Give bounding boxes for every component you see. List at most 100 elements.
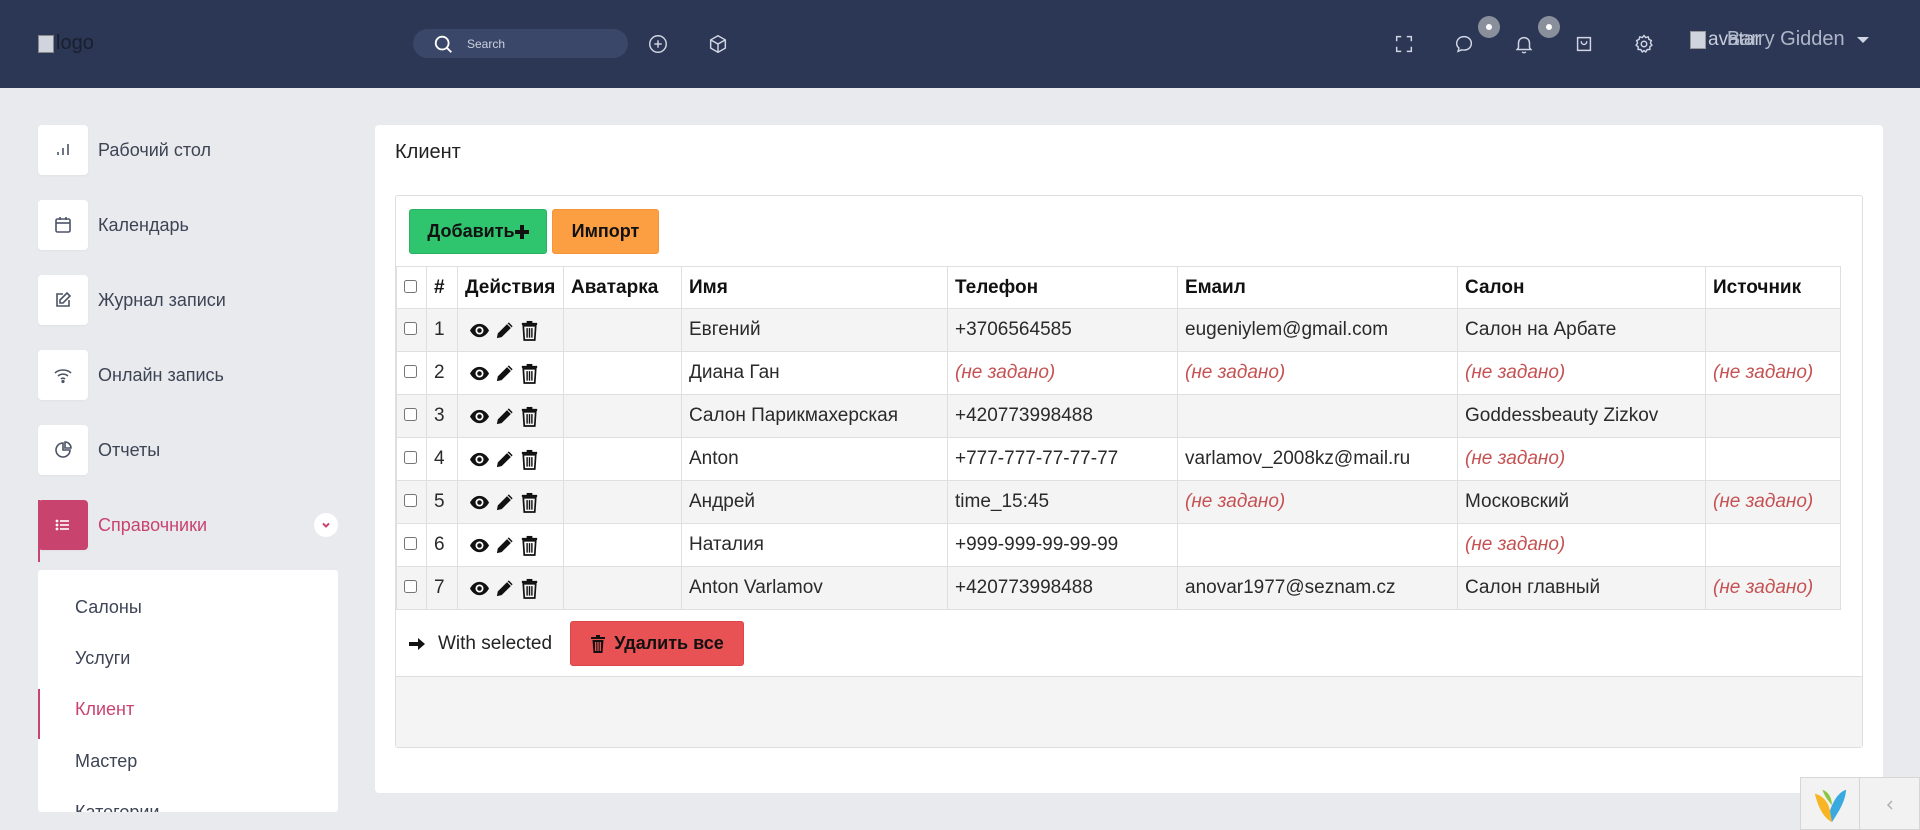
wifi-icon (38, 350, 88, 400)
yii-logo-icon (1814, 789, 1847, 822)
trash-icon (591, 634, 606, 653)
add-button[interactable]: Добавить (409, 209, 547, 254)
table-row[interactable]: 5 Андрей time_15:45 (не задано) Московский (н… (396, 480, 1841, 524)
trash-icon[interactable] (519, 492, 540, 513)
sidebar-item-reports[interactable]: Отчеты (38, 425, 338, 475)
submenu-item-masters[interactable]: Мастер (38, 741, 338, 781)
column-header-number[interactable]: # (426, 266, 458, 309)
column-header-phone[interactable]: Телефон (947, 266, 1178, 309)
row-source (1705, 523, 1841, 567)
row-email (1177, 394, 1458, 438)
cart-button[interactable] (1570, 30, 1598, 58)
eye-icon[interactable] (469, 535, 490, 556)
submenu-item-label: Салоны (75, 596, 142, 617)
add-circle-button[interactable] (644, 30, 672, 58)
row-email: anovar1977@seznam.cz (1177, 566, 1458, 610)
trash-icon[interactable] (519, 363, 540, 384)
select-all-checkbox[interactable] (404, 279, 417, 293)
row-checkbox[interactable] (404, 537, 417, 550)
fullscreen-icon (1395, 35, 1413, 53)
pencil-icon[interactable] (494, 535, 515, 556)
sidebar-item-online-booking[interactable]: Онлайн запись (38, 350, 338, 400)
row-checkbox[interactable] (404, 365, 417, 378)
trash-icon[interactable] (519, 535, 540, 556)
row-checkbox[interactable] (404, 580, 417, 593)
row-actions (457, 308, 564, 352)
debug-toolbar-collapse-button[interactable] (1860, 778, 1919, 830)
row-checkbox[interactable] (404, 322, 417, 335)
row-checkbox[interactable] (404, 451, 417, 464)
column-header-source[interactable]: Источник (1705, 266, 1841, 309)
column-header-salon[interactable]: Салон (1457, 266, 1706, 309)
search-input[interactable] (467, 36, 617, 51)
clients-card: Клиент Добавить Импорт # Действия Аватар… (375, 125, 1883, 793)
table-row[interactable]: 3 Салон Парикмахерская +420773998488 Goddes… (396, 394, 1841, 438)
row-avatar (563, 394, 682, 438)
column-header-avatar[interactable]: Аватарка (563, 266, 682, 309)
user-menu[interactable]: avatar Barry Gidden (1690, 28, 1869, 51)
pencil-icon[interactable] (494, 578, 515, 599)
eye-icon[interactable] (469, 320, 490, 341)
bell-icon (1515, 36, 1533, 54)
row-avatar (563, 437, 682, 481)
delete-all-button[interactable]: Удалить все (570, 621, 744, 666)
eye-icon[interactable] (469, 449, 490, 470)
notifications-button[interactable] (1510, 16, 1560, 58)
pencil-icon[interactable] (494, 363, 515, 384)
submenu-item-salons[interactable]: Салоны (38, 587, 338, 627)
row-source (1705, 394, 1841, 438)
caret-down-icon (1856, 36, 1869, 43)
with-selected-label: With selected (408, 633, 552, 655)
row-email: (не задано) (1177, 351, 1458, 395)
user-name: Barry Gidden (1726, 28, 1845, 50)
row-avatar (563, 480, 682, 524)
delete-all-label: Удалить все (614, 633, 724, 653)
table-row[interactable]: 7 Anton Varlamov +420773998488 anovar1977@s… (396, 566, 1841, 610)
row-select-cell (396, 480, 427, 524)
row-source: (не задано) (1705, 480, 1841, 524)
eye-icon[interactable] (469, 363, 490, 384)
pencil-icon[interactable] (494, 320, 515, 341)
column-header-name[interactable]: Имя (681, 266, 948, 309)
submenu-item-categories[interactable]: Категории (38, 792, 338, 813)
pencil-icon[interactable] (494, 492, 515, 513)
pencil-icon[interactable] (494, 449, 515, 470)
table-row[interactable]: 1 Евгений +3706564585 eugeniylem@gmail.com С… (396, 308, 1841, 352)
sidebar-item-calendar[interactable]: Календарь (38, 200, 338, 250)
row-salon: Салон главный (1457, 566, 1706, 610)
trash-icon[interactable] (519, 449, 540, 470)
table-row[interactable]: 6 Наталия +999-999-99-99-99 (не задано) (396, 523, 1841, 567)
row-number: 3 (426, 394, 458, 438)
eye-icon[interactable] (469, 406, 490, 427)
import-button[interactable]: Импорт (552, 209, 659, 254)
search-box[interactable] (413, 29, 628, 58)
messages-button[interactable] (1450, 16, 1500, 58)
row-checkbox[interactable] (404, 408, 417, 421)
box-button[interactable] (704, 30, 732, 58)
trash-icon[interactable] (519, 578, 540, 599)
logo[interactable]: logo (38, 32, 94, 55)
eye-icon[interactable] (469, 578, 490, 599)
submenu-item-clients[interactable]: Клиент (38, 689, 338, 739)
sidebar-item-journal[interactable]: Журнал записи (38, 275, 338, 325)
row-phone: +999-999-99-99-99 (947, 523, 1178, 567)
column-header-email[interactable]: Емаил (1177, 266, 1458, 309)
sidebar-item-directories[interactable]: Справочники (38, 500, 338, 562)
broken-image-icon (1690, 30, 1706, 49)
row-checkbox[interactable] (404, 494, 417, 507)
sidebar-item-dashboard[interactable]: Рабочий стол (38, 125, 338, 175)
yii-logo-button[interactable] (1801, 778, 1861, 830)
pencil-icon[interactable] (494, 406, 515, 427)
table-row[interactable]: 4 Anton +777-777-77-77-77 varlamov_2008kz@m… (396, 437, 1841, 481)
settings-button[interactable] (1630, 30, 1658, 58)
fullscreen-button[interactable] (1390, 30, 1418, 58)
row-salon: Салон на Арбате (1457, 308, 1706, 352)
row-phone: time_15:45 (947, 480, 1178, 524)
arrow-right-icon (409, 638, 425, 650)
submenu-item-services[interactable]: Услуги (38, 638, 338, 678)
submenu-toggle[interactable] (314, 513, 338, 537)
trash-icon[interactable] (519, 320, 540, 341)
table-row[interactable]: 2 Диана Ган (не задано) (не задано) (не зада… (396, 351, 1841, 395)
eye-icon[interactable] (469, 492, 490, 513)
trash-icon[interactable] (519, 406, 540, 427)
